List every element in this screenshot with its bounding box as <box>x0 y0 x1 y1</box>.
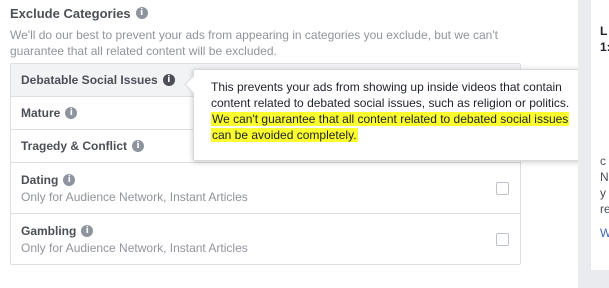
info-tooltip: This prevents your ads from showing up i… <box>184 69 583 161</box>
tooltip-text: This prevents your ads from showing up i… <box>211 80 570 110</box>
category-gambling[interactable]: Gambling i Only for Audience Network, In… <box>11 214 520 264</box>
info-icon[interactable]: i <box>81 224 94 237</box>
section-header: Exclude Categories i <box>10 2 530 24</box>
category-label: Mature <box>21 106 61 120</box>
page: Exclude Categories i We'll do our best t… <box>0 0 609 288</box>
category-sublabel: Only for Audience Network, Instant Artic… <box>21 189 248 204</box>
right-panel-line: c <box>600 154 606 168</box>
info-icon[interactable]: i <box>132 140 145 152</box>
right-panel-line: 1: <box>600 40 609 54</box>
exclude-categories-section: Exclude Categories i We'll do our best t… <box>10 0 530 59</box>
gambling-checkbox[interactable] <box>496 233 509 246</box>
right-panel-line: N <box>600 170 609 184</box>
section-title: Exclude Categories <box>10 5 131 21</box>
info-icon[interactable]: i <box>162 74 175 86</box>
category-label: Gambling <box>21 223 77 238</box>
section-description: We'll do our best to prevent your ads fr… <box>10 28 498 58</box>
category-label: Debatable Social Issues <box>21 73 158 87</box>
dating-checkbox[interactable] <box>496 182 509 195</box>
category-label: Tragedy & Conflict <box>21 139 128 153</box>
category-sublabel: Only for Audience Network, Instant Artic… <box>21 240 248 255</box>
info-icon[interactable]: i <box>135 7 148 19</box>
info-icon[interactable]: i <box>63 173 76 186</box>
info-icon[interactable]: i <box>65 107 78 119</box>
right-panel-link[interactable]: W <box>600 226 609 240</box>
category-dating[interactable]: Dating i Only for Audience Network, Inst… <box>11 163 520 214</box>
right-panel-line: y <box>600 186 606 200</box>
right-panel-line: L <box>600 24 608 38</box>
tooltip-highlighted-text: We can't guarantee that all content rela… <box>211 112 570 142</box>
right-panel-line: re <box>600 202 609 216</box>
category-label: Dating <box>21 172 59 187</box>
right-panel-card: L 1: c N y re W <box>591 0 609 270</box>
